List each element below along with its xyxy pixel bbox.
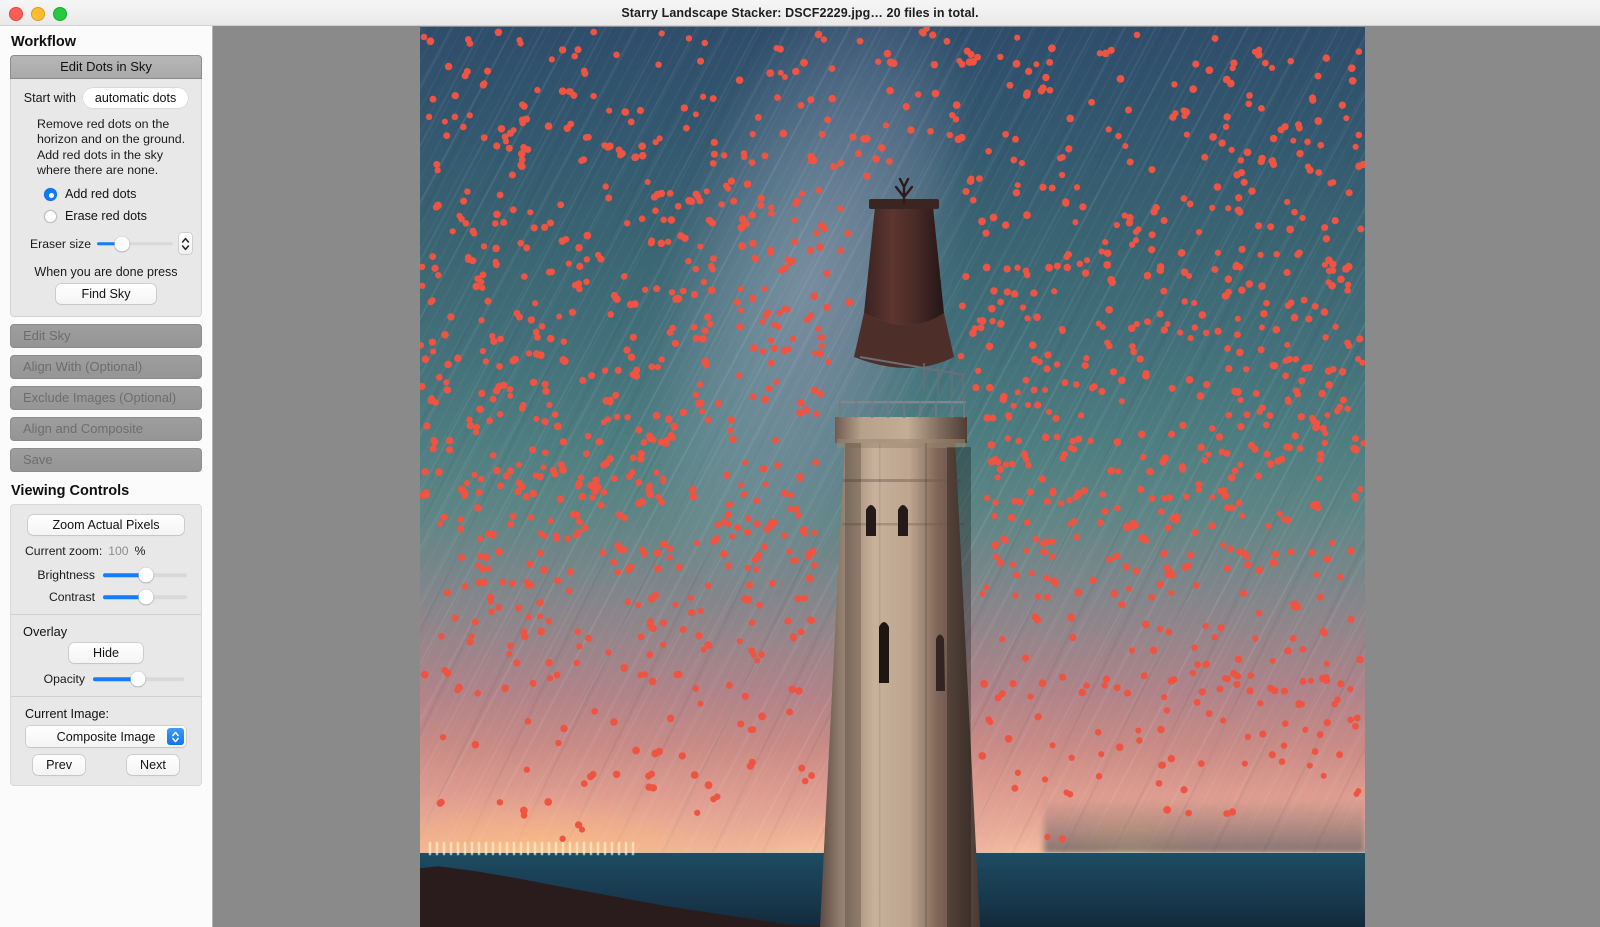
overlay-label: Overlay [23,624,68,640]
radio-on-icon [44,187,57,201]
left-sidebar: Workflow Edit Dots in Sky Start with aut… [0,26,213,927]
current-zoom-value: 100 [108,544,129,559]
contrast-label: Contrast [48,590,95,605]
slider-knob[interactable] [114,236,130,252]
brightness-label: Brightness [37,568,95,583]
close-button[interactable] [9,7,23,21]
eraser-size-row: Eraser size [21,233,192,255]
workflow-step-align-with-label: Align With (Optional) [23,359,143,375]
start-with-value[interactable]: automatic dots [82,88,189,108]
opacity-label: Opacity [43,672,85,687]
brightness-row: Brightness [21,567,187,583]
viewing-divider-2 [11,696,201,698]
workflow-step-exclude-images[interactable]: Exclude Images (Optional) [10,386,202,411]
find-sky-button[interactable]: Find Sky [56,284,156,305]
contrast-row: Contrast [21,589,187,605]
radio-add-red-dots-label: Add red dots [65,187,137,202]
current-image-label: Current Image: [25,707,109,722]
radio-erase-red-dots-label: Erase red dots [65,209,147,224]
current-image-select[interactable]: Composite Image [26,726,186,748]
contrast-slider[interactable] [103,589,187,605]
opacity-slider[interactable] [93,671,184,687]
done-note: When you are done press [34,265,178,280]
eraser-size-slider[interactable] [97,236,173,252]
image-navigation: Prev Next [11,755,201,776]
chevron-up-down-icon [181,237,190,250]
radio-erase-red-dots[interactable]: Erase red dots [44,209,201,223]
workflow-step-align-and-composite[interactable]: Align and Composite [10,417,202,442]
slider-knob[interactable] [130,671,146,687]
minimize-button[interactable] [31,7,45,21]
window-titlebar: Starry Landscape Stacker: DSCF2229.jpg… … [0,0,1600,26]
radio-add-red-dots[interactable]: Add red dots [44,187,201,201]
start-with-label: Start with [23,91,76,105]
maximize-button[interactable] [53,7,67,21]
current-image-select-value: Composite Image [56,729,156,744]
edit-dots-panel: Start with automatic dots Remove red dot… [10,79,202,318]
eraser-size-label: Eraser size [30,236,91,251]
slider-knob[interactable] [138,589,154,605]
start-with-row: Start with automatic dots [11,88,201,108]
viewing-controls-heading: Viewing Controls [11,483,130,500]
workflow-step-edit-dots-in-sky[interactable]: Edit Dots in Sky [10,55,202,79]
current-zoom-label: Current zoom: [25,544,103,559]
window-title: Starry Landscape Stacker: DSCF2229.jpg… … [621,5,979,20]
current-zoom-row: Current zoom: 100 % [25,544,201,558]
image-canvas-area[interactable] [213,26,1600,927]
next-image-button[interactable]: Next [127,755,179,776]
workflow-step-edit-sky-label: Edit Sky [23,328,71,344]
workflow-step-exclude-images-label: Exclude Images (Optional) [23,390,177,406]
red-dot-star-detection-overlay[interactable] [420,27,1365,927]
traffic-light-group [9,7,67,21]
radio-off-icon [44,209,57,223]
current-zoom-unit: % [134,544,146,559]
workflow-step-align-with[interactable]: Align With (Optional) [10,355,202,380]
prev-image-button[interactable]: Prev [33,755,85,776]
brightness-slider[interactable] [103,567,187,583]
viewing-controls-panel: Zoom Actual Pixels Current zoom: 100 % B… [10,504,202,787]
star-trail-lighthouse-photo[interactable] [420,27,1365,927]
viewing-divider-1 [11,614,201,616]
overlay-hide-button[interactable]: Hide [69,643,143,664]
app-window: Starry Landscape Stacker: DSCF2229.jpg… … [0,0,1600,927]
workflow-step-save-label: Save [23,452,53,468]
eraser-size-stepper[interactable] [179,233,192,255]
workflow-step-align-and-composite-label: Align and Composite [23,421,143,437]
slider-knob[interactable] [138,567,154,583]
chevron-up-down-icon [167,728,184,746]
workflow-heading: Workflow [11,34,76,50]
edit-dots-instructions: Remove red dots on the horizon and on th… [37,117,186,177]
workflow-step-edit-sky[interactable]: Edit Sky [10,324,202,349]
zoom-actual-pixels-button[interactable]: Zoom Actual Pixels [28,515,184,536]
workflow-step-save[interactable]: Save [10,448,202,473]
opacity-row: Opacity [21,671,184,687]
